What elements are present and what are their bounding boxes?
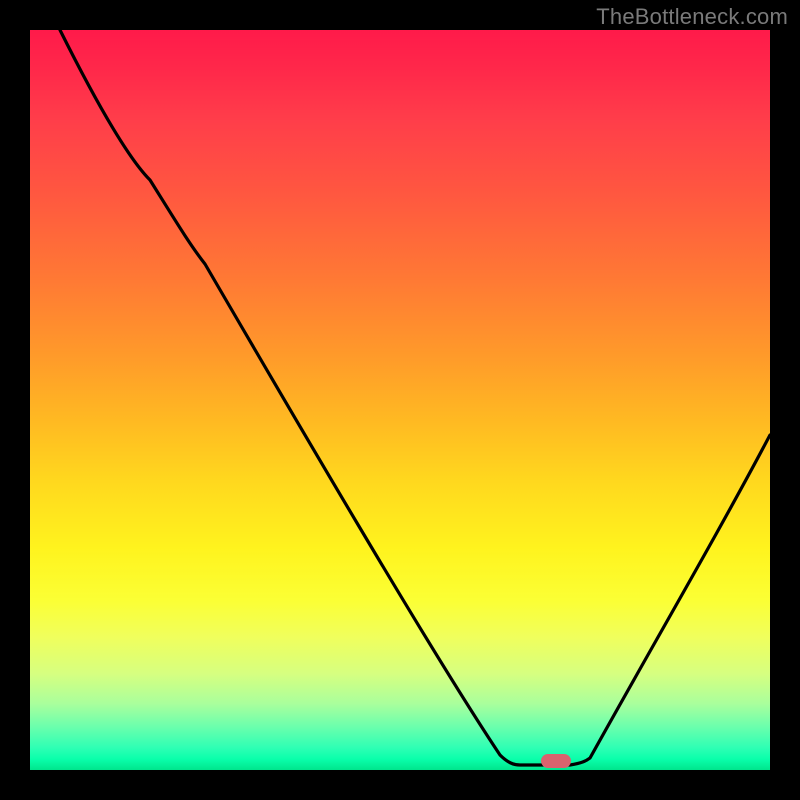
watermark-text: TheBottleneck.com	[596, 4, 788, 30]
bottleneck-curve	[30, 30, 770, 770]
plot-area	[30, 30, 770, 770]
optimal-point-marker	[541, 754, 571, 768]
